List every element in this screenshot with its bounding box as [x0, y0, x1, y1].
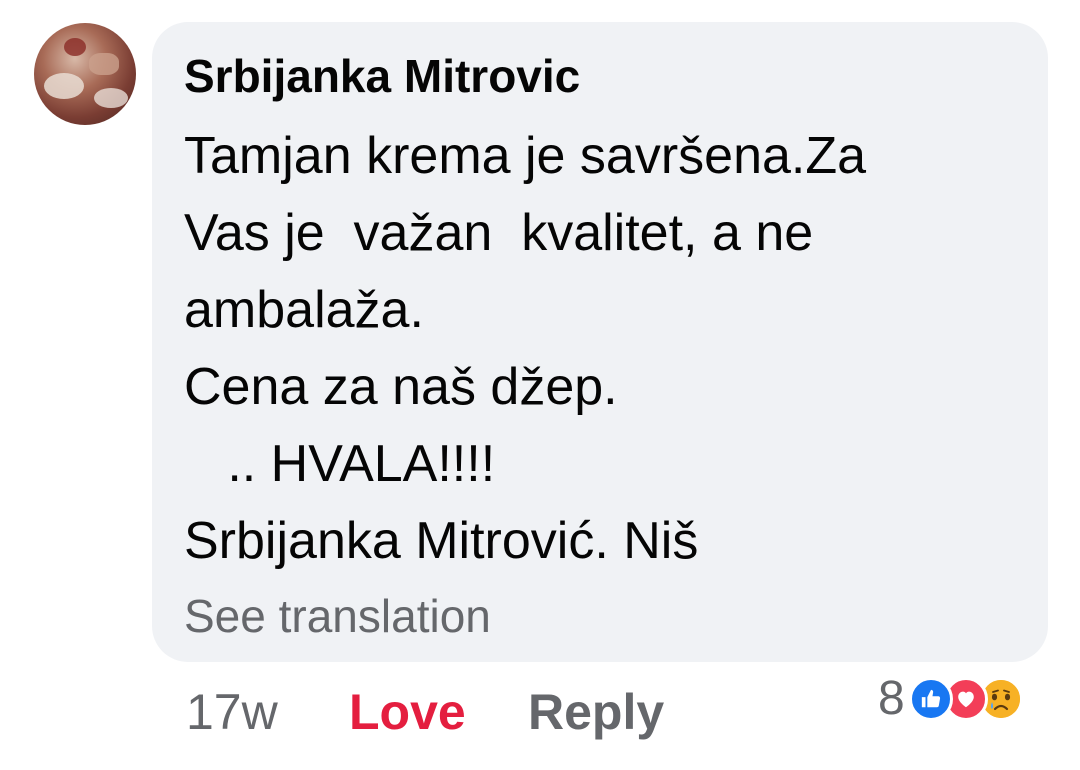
reaction-count: 8 — [878, 672, 905, 725]
reply-button[interactable]: Reply — [528, 683, 664, 741]
comment-container: Srbijanka Mitrovic Tamjan krema je savrš… — [0, 0, 1080, 770]
comment-author[interactable]: Srbijanka Mitrovic — [184, 50, 580, 102]
comment-timestamp[interactable]: 17w — [186, 683, 278, 741]
like-icon — [908, 677, 953, 721]
avatar[interactable] — [34, 23, 136, 125]
reaction-summary[interactable]: 8 — [878, 673, 1023, 725]
see-translation-link[interactable]: See translation — [184, 588, 491, 644]
comment-text: Tamjan krema je savršena.Za Vas je važan… — [184, 127, 867, 570]
love-button[interactable]: Love — [349, 683, 466, 741]
